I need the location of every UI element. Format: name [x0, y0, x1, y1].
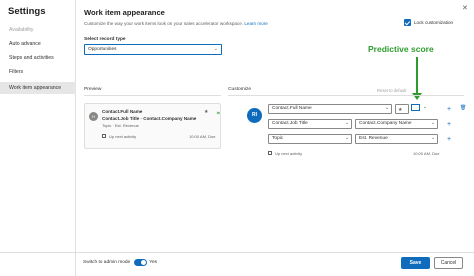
close-icon[interactable]: ✕ [462, 4, 468, 12]
sidebar-item-steps-and-activities[interactable]: Steps and activities [0, 52, 76, 64]
record-type-label: Select record type [84, 37, 126, 42]
chevron-down-icon: ⌄ [430, 121, 435, 126]
topic-value: Topic [272, 136, 284, 141]
customize-divider [228, 95, 464, 96]
page-subtitle: Customize the way your work items look o… [84, 21, 268, 26]
est-revenue-field[interactable]: Est. Revenue ⌄ [355, 134, 438, 144]
add-field-icon[interactable]: + [447, 136, 451, 143]
company-name-field[interactable]: Contact.Company Name ⌄ [355, 119, 438, 129]
lock-customization[interactable]: Lock customization [404, 19, 453, 26]
admin-mode-toggle[interactable] [134, 259, 148, 266]
admin-mode-toggle-group: Switch to admin mode Yes [83, 259, 157, 266]
footer-divider [0, 252, 474, 253]
star-icon: ★ [204, 109, 209, 115]
chevron-down-icon: ⌄ [344, 121, 349, 126]
customize-avatar[interactable]: RI [247, 108, 262, 123]
main-panel: Work item appearance ✕ Customize the way… [77, 0, 474, 276]
preview-line-1: Contact.Full Name [102, 109, 143, 114]
record-type-select[interactable]: Opportunities ⌄ [84, 44, 222, 55]
admin-mode-state: Yes [149, 260, 158, 265]
save-button[interactable]: Save [401, 257, 430, 269]
predictive-score-selector[interactable] [411, 104, 420, 111]
preview-card: H Contact.Full Name Contact.Job Title · … [84, 103, 221, 149]
sidebar-item-work-item-appearance[interactable]: Work item appearance [0, 82, 76, 94]
lock-customization-label: Lock customization [414, 20, 454, 25]
settings-sidebar: Settings Availability Auto advance Steps… [0, 0, 76, 276]
add-field-icon[interactable]: + [447, 106, 451, 113]
lock-checkbox[interactable] [404, 19, 411, 26]
preview-label: Preview [84, 87, 102, 92]
chevron-down-icon: ⌄ [344, 136, 349, 141]
admin-mode-label: Switch to admin mode [83, 260, 131, 265]
job-title-value: Contact.Job Title [272, 121, 308, 126]
icon-picker[interactable]: ★ [395, 104, 409, 114]
sidebar-item-auto-advance[interactable]: Auto advance [0, 38, 76, 50]
cancel-button[interactable]: Cancel [434, 257, 463, 269]
predictive-score-chip: 85 [216, 111, 221, 115]
record-type-value: Opportunities [88, 47, 117, 52]
star-icon: ★ [398, 107, 403, 113]
customize-next-activity: Up next activity [275, 151, 303, 156]
customize-label: Customize [228, 87, 252, 92]
preview-time: 10:00 AM, Due [189, 134, 216, 139]
add-field-icon[interactable]: + [447, 121, 451, 128]
predictive-score-annotation: Predictive score [368, 44, 434, 54]
delete-icon[interactable]: 🗑 [460, 105, 466, 111]
est-revenue-value: Est. Revenue [359, 136, 388, 141]
reset-to-default-link[interactable]: Reset to default [377, 88, 406, 93]
topic-field[interactable]: Topic ⌄ [268, 134, 352, 144]
learn-more-link[interactable]: Learn more [244, 21, 268, 26]
avatar: H [89, 112, 98, 121]
preview-line-3: Topic · Est. Revenue [102, 123, 139, 128]
subtitle-text: Customize the way your work items look o… [84, 21, 244, 26]
activity-checkbox [102, 134, 106, 138]
chevron-down-icon: ⌄ [430, 136, 435, 141]
annotation-arrow-line [416, 57, 418, 95]
preview-divider [84, 95, 221, 96]
activity-checkbox [268, 151, 272, 155]
full-name-value: Contact.Full Name [272, 106, 312, 111]
customize-time: 10:00 AM, Due [413, 151, 440, 156]
chevron-down-icon: ⌄ [384, 106, 389, 111]
job-title-field[interactable]: Contact.Job Title ⌄ [268, 119, 352, 129]
sidebar-title: Settings [8, 6, 46, 17]
sidebar-item-filters[interactable]: Filters [0, 66, 76, 78]
company-name-value: Contact.Company Name [359, 121, 412, 126]
full-name-field[interactable]: Contact.Full Name ⌄ [268, 104, 392, 114]
preview-next-activity: Up next activity [109, 134, 137, 139]
chevron-down-icon: ⌄ [213, 46, 218, 52]
preview-line-2: Contact.Job Title · Contact.Company Name [102, 116, 197, 121]
chevron-down-icon[interactable]: ⌄ [423, 104, 427, 110]
page-title: Work item appearance [84, 8, 165, 17]
sidebar-item-availability[interactable]: Availability [0, 24, 76, 36]
